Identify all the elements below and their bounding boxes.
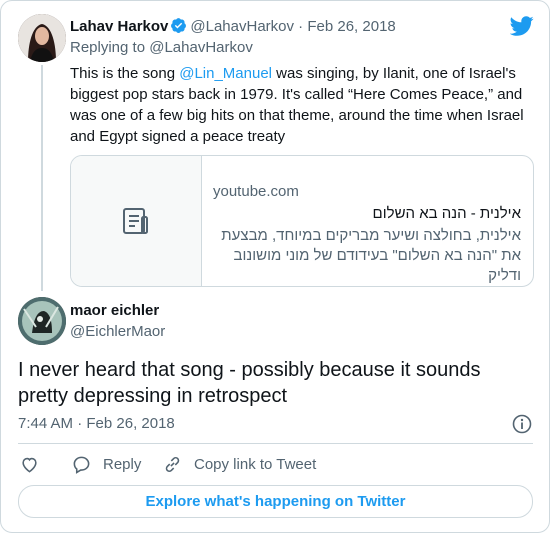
explore-twitter-button[interactable]: Explore what's happening on Twitter bbox=[18, 485, 533, 518]
embedded-tweet-card: Lahav Harkov @LahavHarkov · Feb 26, 2018 … bbox=[0, 0, 550, 533]
link-title: אילנית - הנה בא השלום bbox=[372, 205, 521, 222]
replying-to-line: Replying to @LahavHarkov bbox=[70, 38, 253, 58]
twitter-bird-icon[interactable] bbox=[510, 14, 534, 38]
tweet-text-start: This is the song bbox=[70, 65, 180, 82]
reply-button[interactable]: Reply bbox=[72, 455, 141, 474]
heart-icon bbox=[22, 457, 37, 473]
avatar[interactable] bbox=[18, 14, 66, 62]
link-icon bbox=[165, 456, 180, 473]
copy-link-button[interactable]: Copy link to Tweet bbox=[163, 455, 316, 474]
tweet-timestamp[interactable]: 7:44 AM · Feb 26, 2018 bbox=[18, 415, 175, 432]
verified-badge-icon bbox=[171, 18, 187, 33]
author-name[interactable]: maor eichler bbox=[70, 302, 159, 319]
copy-link-label: Copy link to Tweet bbox=[194, 456, 317, 473]
divider bbox=[18, 443, 533, 444]
link-preview-card[interactable]: youtube.com אילנית - הנה בא השלום אילנית… bbox=[70, 155, 534, 287]
author-handle[interactable]: @LahavHarkov bbox=[190, 18, 294, 35]
like-button[interactable] bbox=[20, 455, 51, 474]
speech-bubble-icon bbox=[73, 456, 90, 474]
link-domain: youtube.com bbox=[213, 183, 299, 200]
link-description: אילנית, בחולצה ושיער מבריקים במיוחד, מבצ… bbox=[221, 227, 521, 284]
tweet-header: Lahav Harkov @LahavHarkov · Feb 26, 2018 bbox=[70, 17, 396, 37]
author-name[interactable]: Lahav Harkov bbox=[70, 18, 168, 35]
document-icon bbox=[123, 208, 148, 234]
profile-photo-icon bbox=[18, 297, 66, 345]
tweet-date[interactable]: Feb 26, 2018 bbox=[307, 18, 395, 35]
replying-to-prefix: Replying to bbox=[70, 39, 150, 56]
link-preview-thumbnail bbox=[71, 156, 202, 286]
info-icon[interactable] bbox=[512, 414, 532, 434]
thread-connector-line bbox=[41, 65, 43, 291]
profile-photo-icon bbox=[18, 14, 66, 62]
avatar[interactable] bbox=[18, 297, 66, 345]
replying-to-handle[interactable]: @LahavHarkov bbox=[149, 39, 253, 56]
reply-label: Reply bbox=[103, 456, 142, 473]
mention-link[interactable]: @Lin_Manuel bbox=[179, 65, 272, 82]
author-handle[interactable]: @EichlerMaor bbox=[70, 323, 165, 340]
tweet-text: I never heard that song - possibly becau… bbox=[18, 359, 481, 407]
tweet-text: This is the song @Lin_Manuel was singing… bbox=[70, 63, 532, 147]
